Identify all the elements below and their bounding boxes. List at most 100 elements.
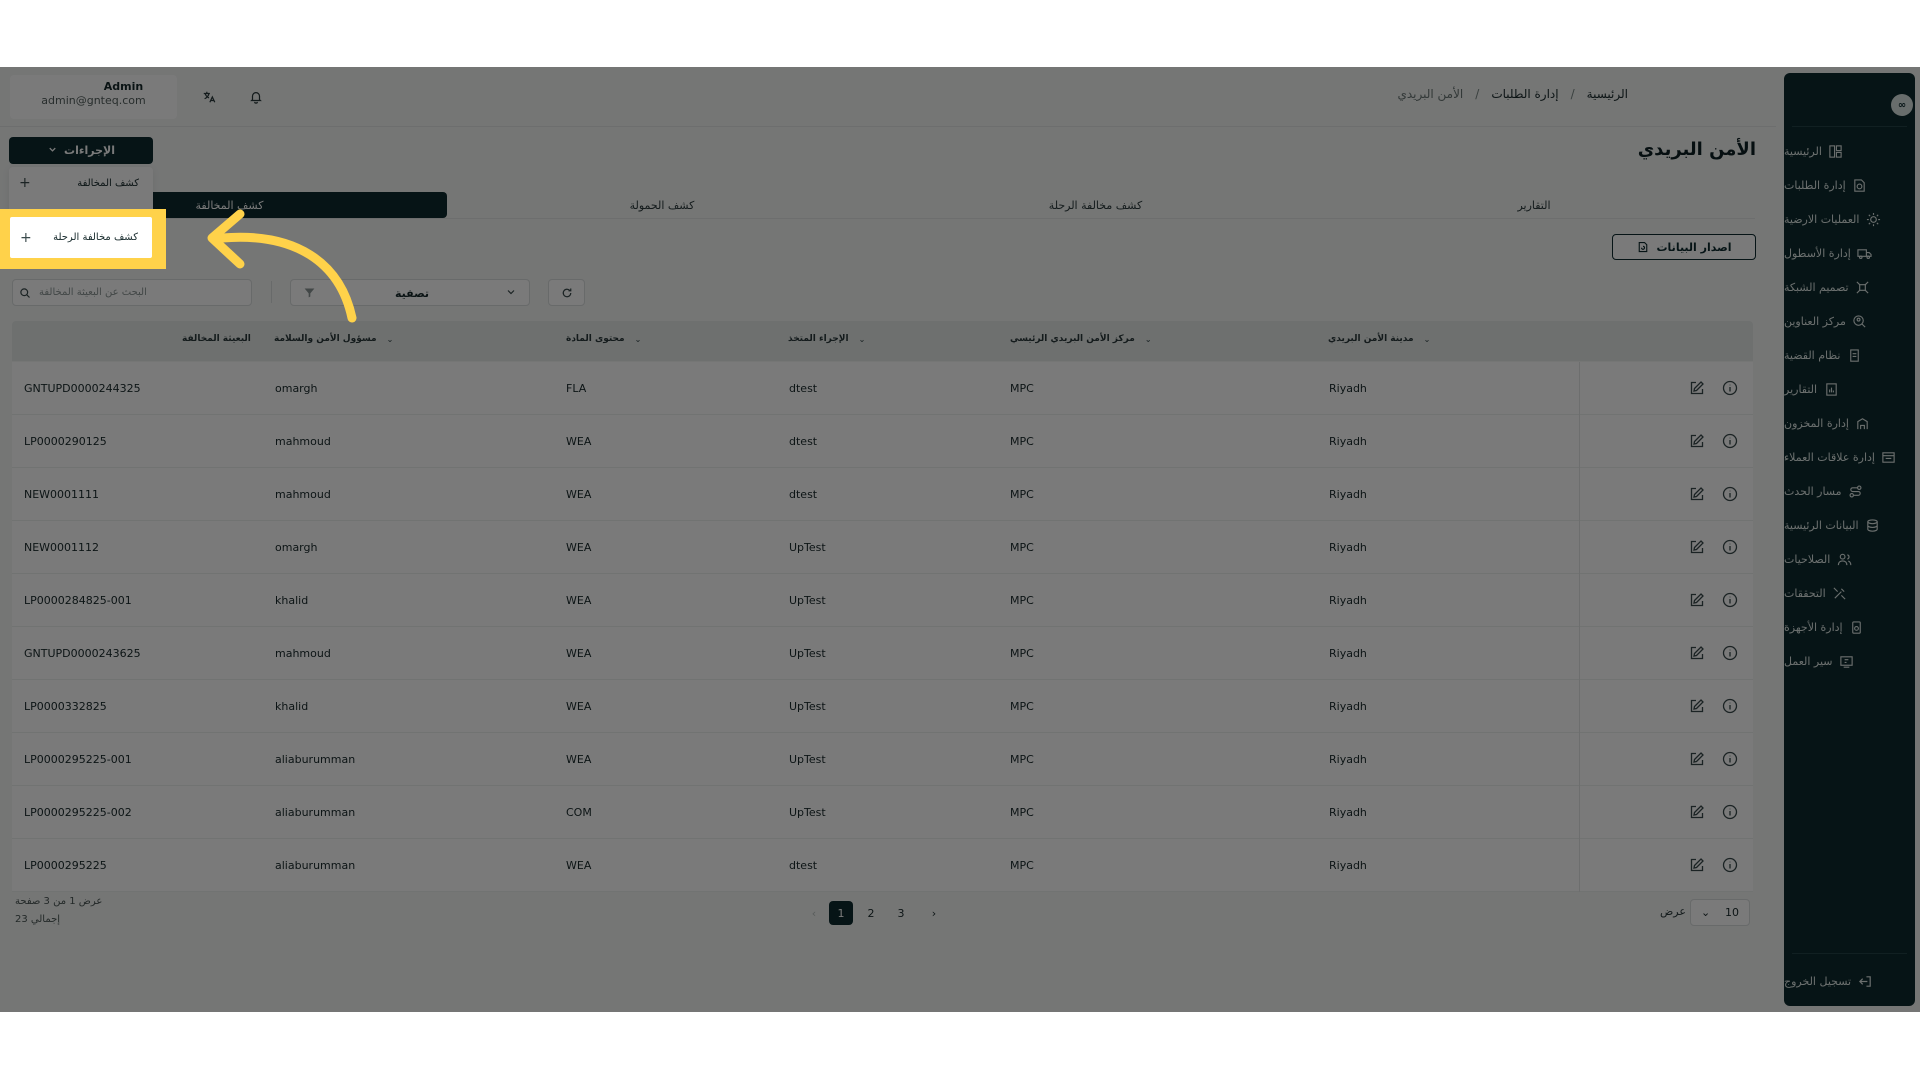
prev-page-button[interactable]: ‹ [802,901,826,925]
sidebar-item-network[interactable]: تصميم الشبكة [1784,272,1915,302]
breadcrumb-current: الأمن البريدي [1397,87,1464,101]
cell-content: WEA [566,859,592,872]
chevron-down-icon [505,286,517,301]
sidebar-item-orders[interactable]: إدارة الطلبات [1784,170,1915,200]
sidebar-item-label: إدارة الطلبات [1784,178,1846,192]
table-row[interactable]: LP0000295225 aliaburumman WEA dtest MPC … [12,839,1753,892]
info-icon[interactable] [1720,802,1740,822]
th-shipment[interactable]: البعيثة المخالفة [182,334,251,344]
cell-center: MPC [1010,700,1034,713]
edit-icon[interactable] [1687,855,1707,875]
info-icon[interactable] [1720,643,1740,663]
th-content[interactable]: محتوى المادة ⌄ [566,334,641,344]
menu-item-trip-violation-scan[interactable]: + كشف مخالفة الرحلة [10,217,152,258]
page-1[interactable]: 1 [829,901,853,925]
page-size-value: 10 [1725,906,1739,919]
page-size-label: عرض [1660,905,1686,918]
sidebar-item-permissions[interactable]: الصلاحيات [1784,544,1915,574]
table-row[interactable]: LP0000295225-001 aliaburumman WEA UpTest… [12,733,1753,786]
pagination-total: إجمالي 23 [15,914,61,925]
th-city[interactable]: مدينة الأمن البريدي ⌄ [1328,334,1430,344]
sidebar-item-workflow[interactable]: سير العمل [1784,646,1915,676]
breadcrumb-home[interactable]: الرئيسية [1587,87,1628,101]
cell-shipment: LP0000290125 [24,435,107,448]
info-icon[interactable] [1720,537,1740,557]
sidebar-item-addresses[interactable]: مركز العناوين [1784,306,1915,336]
page-2[interactable]: 2 [859,901,883,925]
sidebar-item-master-data[interactable]: البيانات الرئيسية [1784,510,1915,540]
info-icon[interactable] [1720,855,1740,875]
sidebar-item-home[interactable]: الرئيسية [1784,136,1915,166]
refresh-button[interactable] [548,279,585,306]
th-city-label: مدينة الأمن البريدي [1328,334,1414,344]
table-row[interactable]: NEW0001112 omargh WEA UpTest MPC Riyadh [12,521,1753,574]
sidebar-item-crm[interactable]: إدارة علاقات العملاء [1784,442,1915,472]
table-row[interactable]: LP0000290125 mahmoud WEA dtest MPC Riyad… [12,415,1753,468]
cell-content: COM [566,806,592,819]
table-row[interactable]: NEW0001111 mahmoud WEA dtest MPC Riyadh [12,468,1753,521]
table-row[interactable]: GNTUPD0000244325 omargh FLA dtest MPC Ri… [12,362,1753,415]
edit-icon[interactable] [1687,590,1707,610]
edit-icon[interactable] [1687,484,1707,504]
actions-label: الإجراءات [64,144,115,157]
orders-icon [1852,177,1868,193]
edit-icon[interactable] [1687,802,1707,822]
table-row[interactable]: LP0000295225-002 aliaburumman COM UpTest… [12,786,1753,839]
info-icon[interactable] [1720,431,1740,451]
th-officer[interactable]: مسؤول الأمن والسلامة ⌄ [274,334,393,344]
cell-action: UpTest [789,541,826,554]
cell-center: MPC [1010,594,1034,607]
actions-dropdown-button[interactable]: الإجراءات [9,137,153,164]
th-shipment-label: البعيثة المخالفة [182,334,251,344]
menu-item-violation-scan[interactable]: + كشف المخالفة [9,169,153,197]
sidebar-item-fleet[interactable]: إدارة الأسطول [1784,238,1915,268]
next-page-button[interactable]: › [922,901,946,925]
sidebar-item-verifications[interactable]: التحققات [1784,578,1915,608]
address-icon [1852,313,1868,329]
edit-icon[interactable] [1687,537,1707,557]
table-row[interactable]: LP0000332825 khalid WEA UpTest MPC Riyad… [12,680,1753,733]
edit-icon[interactable] [1687,749,1707,769]
logout-button[interactable]: تسجيل الخروج [1784,966,1915,996]
sidebar-item-label: التحققات [1784,586,1826,600]
sidebar-item-reports[interactable]: التقارير [1784,374,1915,404]
tab-trip-violation[interactable]: كشف مخالفة الرحلة [877,192,1314,218]
cell-shipment: LP0000332825 [24,700,107,713]
info-icon[interactable] [1720,696,1740,716]
tab-load[interactable]: كشف الحمولة [447,192,877,218]
th-officer-label: مسؤول الأمن والسلامة [274,334,377,344]
edit-icon[interactable] [1687,431,1707,451]
sidebar-item-inventory[interactable]: إدارة المخزون [1784,408,1915,438]
th-center[interactable]: مركز الأمن البريدي الرئيسي ⌄ [1010,334,1152,344]
chevron-down-icon: ⌄ [1144,334,1152,344]
release-data-button[interactable]: اصدار البيانات [1612,234,1756,260]
plus-icon: + [19,175,31,191]
sidebar-item-event-route[interactable]: مسار الحدث [1784,476,1915,506]
sidebar-item-cases[interactable]: نظام القضية [1784,340,1915,370]
th-action[interactable]: الإجراء المتخذ ⌄ [788,334,865,344]
edit-icon[interactable] [1687,378,1707,398]
edit-icon[interactable] [1687,696,1707,716]
crm-icon [1881,449,1897,465]
info-icon[interactable] [1720,749,1740,769]
edit-icon[interactable] [1687,643,1707,663]
user-name: Admin [103,80,144,93]
th-content-label: محتوى المادة [566,334,625,344]
app-window: Admin admin@gnteq.com الرئيسية / إدارة ا… [0,67,1920,1012]
cell-content: WEA [566,647,592,660]
user-profile[interactable]: Admin admin@gnteq.com [10,75,177,119]
page-size-select[interactable]: ⌄ 10 [1690,899,1750,926]
table-row[interactable]: GNTUPD0000243625 mahmoud WEA UpTest MPC … [12,627,1753,680]
info-icon[interactable] [1720,484,1740,504]
tab-reports[interactable]: التقارير [1314,192,1754,218]
translate-icon[interactable] [194,82,224,112]
cell-content: FLA [566,382,587,395]
info-icon[interactable] [1720,590,1740,610]
sidebar-item-devices[interactable]: إدارة الأجهزة [1784,612,1915,642]
sidebar-item-ground-ops[interactable]: العمليات الارضية [1784,204,1915,234]
breadcrumb-section[interactable]: إدارة الطلبات [1491,87,1558,101]
table-row[interactable]: LP0000284825-001 khalid WEA UpTest MPC R… [12,574,1753,627]
page-3[interactable]: 3 [889,901,913,925]
bell-icon[interactable] [241,82,271,112]
info-icon[interactable] [1720,378,1740,398]
